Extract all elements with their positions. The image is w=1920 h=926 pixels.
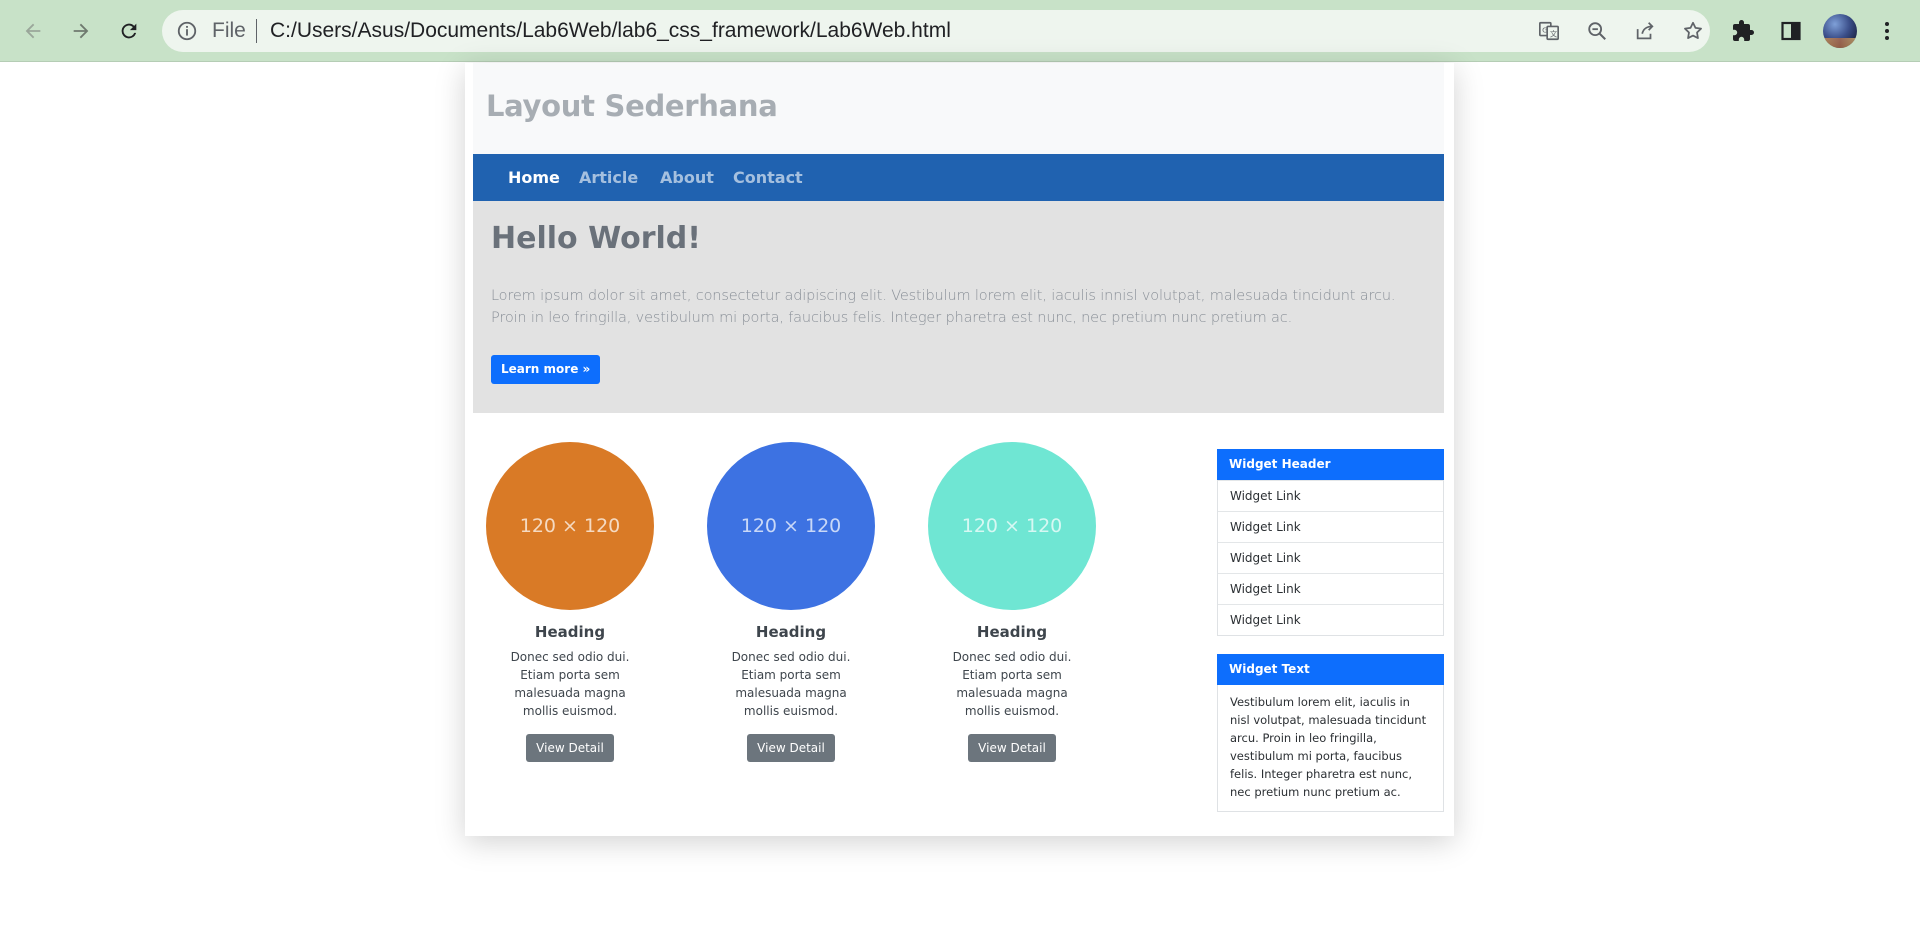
feature-card: 120 × 120 Heading Donec sed odio dui. Et… <box>927 442 1097 762</box>
site-header: Layout Sederhana <box>473 63 1444 154</box>
placeholder-image: 120 × 120 <box>486 442 654 610</box>
address-bar[interactable]: File C:/Users/Asus/Documents/Lab6Web/lab… <box>162 10 1710 52</box>
nav-about[interactable]: About <box>660 154 714 201</box>
profile-avatar[interactable] <box>1823 14 1857 48</box>
zoom-out-icon <box>1588 22 1606 40</box>
view-detail-button[interactable]: View Detail <box>747 734 835 762</box>
nav-contact[interactable]: Contact <box>733 154 803 201</box>
feature-text: Donec sed odio dui. Etiam porta sem male… <box>952 650 1072 718</box>
reload-button[interactable] <box>110 12 148 50</box>
feature-text: Donec sed odio dui. Etiam porta sem male… <box>510 650 630 718</box>
nav-home[interactable]: Home <box>508 154 560 201</box>
translate-icon: G文 <box>1539 21 1559 41</box>
bookmark-button[interactable] <box>1680 18 1706 44</box>
side-panel-button[interactable] <box>1772 12 1810 50</box>
arrow-left-icon <box>25 23 41 39</box>
arrow-right-icon <box>73 23 89 39</box>
widget-link[interactable]: Widget Link <box>1218 573 1443 604</box>
widget-links: Widget Header Widget Link Widget Link Wi… <box>1217 449 1444 636</box>
widget-link[interactable]: Widget Link <box>1218 604 1443 635</box>
site-title: Layout Sederhana <box>486 89 778 123</box>
feature-card: 120 × 120 Heading Donec sed odio dui. Et… <box>485 442 655 762</box>
widget-header: Widget Header <box>1217 449 1444 480</box>
address-separator <box>256 19 257 43</box>
menu-button[interactable] <box>1868 12 1906 50</box>
share-icon <box>1636 22 1654 40</box>
hero-heading: Hello World! <box>491 221 701 256</box>
view-detail-button[interactable]: View Detail <box>526 734 614 762</box>
placeholder-image: 120 × 120 <box>928 442 1096 610</box>
feature-heading: Heading <box>755 623 827 641</box>
reload-icon <box>121 23 137 39</box>
info-icon[interactable] <box>176 20 198 42</box>
widget-text-header: Widget Text <box>1217 654 1444 685</box>
feature-heading: Heading <box>976 623 1048 641</box>
star-icon <box>1684 21 1702 40</box>
widget-link[interactable]: Widget Link <box>1218 480 1443 511</box>
share-button[interactable] <box>1632 18 1658 44</box>
feature-heading: Heading <box>534 623 606 641</box>
file-label: File <box>212 19 246 42</box>
hero-text: Lorem ipsum dolor sit amet, consectetur … <box>491 288 1396 326</box>
zoom-button[interactable] <box>1584 18 1610 44</box>
browser-toolbar: File C:/Users/Asus/Documents/Lab6Web/lab… <box>0 0 1920 62</box>
widget-text-box: Widget Text Vestibulum lorem elit, iacul… <box>1217 654 1444 812</box>
main-navbar: Home Article About Contact <box>473 154 1444 201</box>
page-container: Layout Sederhana Home Article About Cont… <box>465 63 1454 836</box>
feature-text: Donec sed odio dui. Etiam porta sem male… <box>731 650 851 718</box>
svg-text:G: G <box>1542 25 1548 34</box>
more-vert-icon <box>1885 22 1889 40</box>
view-detail-button[interactable]: View Detail <box>968 734 1056 762</box>
forward-button[interactable] <box>62 12 100 50</box>
learn-more-button[interactable]: Learn more » <box>491 355 601 384</box>
translate-button[interactable]: G文 <box>1536 18 1562 44</box>
extensions-button[interactable] <box>1724 12 1762 50</box>
url-text[interactable]: C:/Users/Asus/Documents/Lab6Web/lab6_css… <box>270 20 951 42</box>
nav-article[interactable]: Article <box>579 154 638 201</box>
hero-jumbotron: Hello World! Lorem ipsum dolor sit amet,… <box>473 201 1444 413</box>
side-panel-icon <box>1781 21 1801 41</box>
widget-link[interactable]: Widget Link <box>1218 511 1443 542</box>
widget-text-content: Vestibulum lorem elit, iaculis in nisl v… <box>1230 695 1427 799</box>
placeholder-image: 120 × 120 <box>707 442 875 610</box>
puzzle-icon <box>1733 20 1754 41</box>
widget-link[interactable]: Widget Link <box>1218 542 1443 573</box>
svg-text:文: 文 <box>1550 30 1558 39</box>
feature-card: 120 × 120 Heading Donec sed odio dui. Et… <box>706 442 876 762</box>
back-button[interactable] <box>14 12 52 50</box>
